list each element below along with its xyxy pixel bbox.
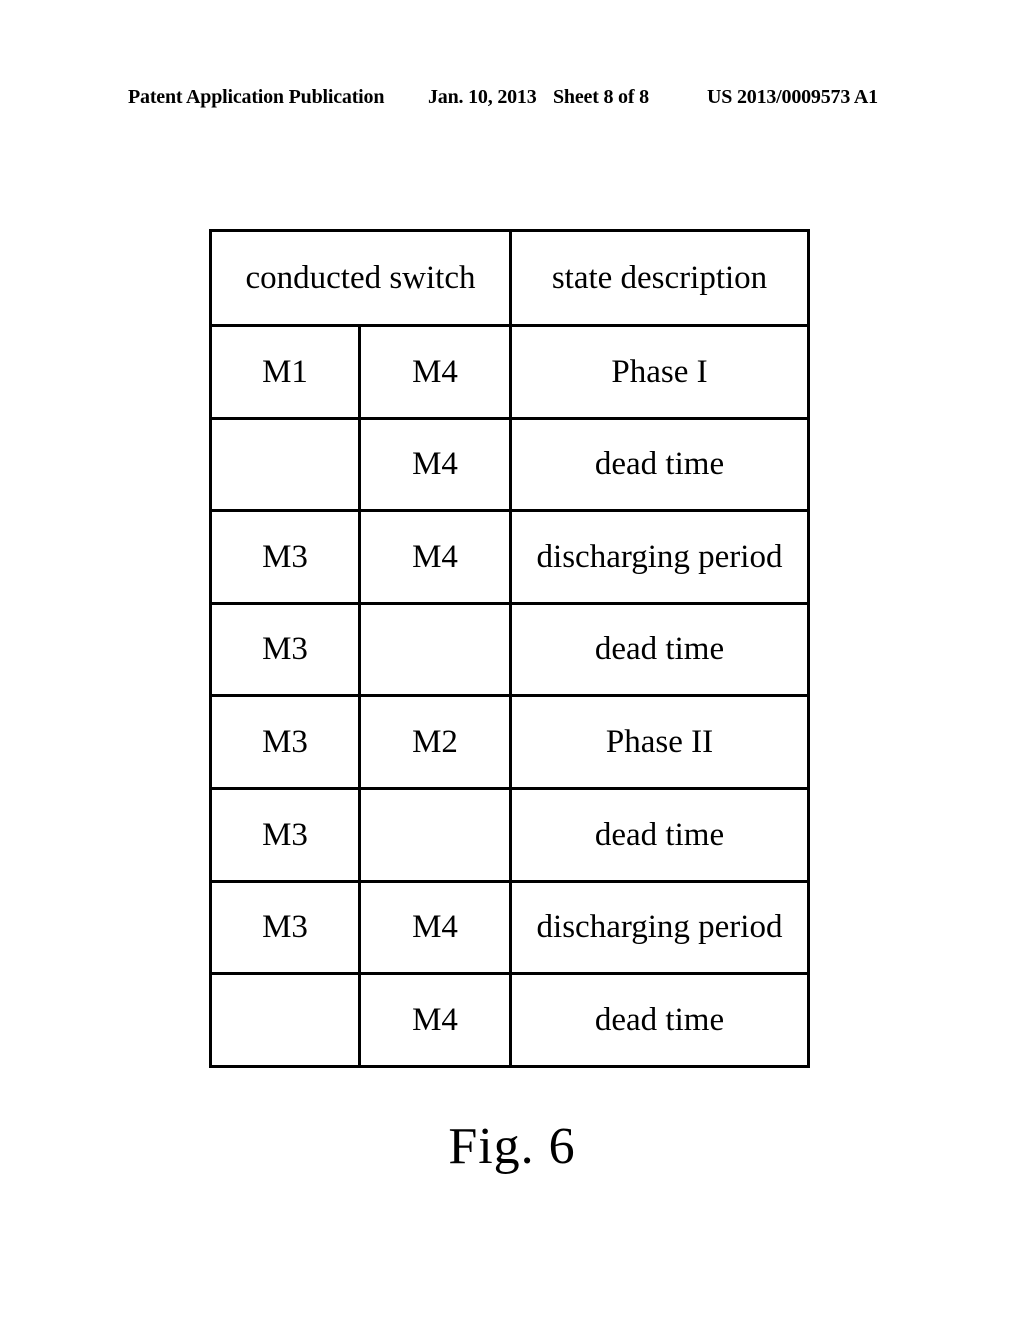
table-row: M3 dead time [209, 601, 810, 698]
cell-switch-a: M3 [209, 509, 361, 605]
cell-switch-a: M3 [209, 601, 361, 698]
table-row: M4 dead time [209, 416, 810, 513]
cell-switch-a [209, 416, 361, 513]
cell-switch-b: M4 [358, 972, 512, 1068]
header-state-description: state description [509, 229, 810, 327]
cell-switch-a: M3 [209, 694, 361, 790]
cell-switch-a [209, 972, 361, 1068]
sheet-number: Sheet 8 of 8 [553, 86, 649, 108]
table-row: M4 dead time [209, 972, 810, 1068]
figure-caption: Fig. 6 [448, 1118, 576, 1175]
cell-switch-b: M2 [358, 694, 512, 790]
cell-switch-a: M3 [209, 879, 361, 976]
cell-switch-b: M4 [358, 509, 512, 605]
cell-description: Phase II [509, 694, 810, 790]
page-header: Patent Application Publication Jan. 10, … [0, 86, 1024, 116]
cell-description: dead time [509, 972, 810, 1068]
cell-description: dead time [509, 786, 810, 883]
table-body: conducted switch state description M1 M4… [209, 229, 810, 1068]
table-row: M3 M4 discharging period [209, 879, 810, 976]
cell-switch-b: M4 [358, 324, 512, 420]
table-row: M3 M4 discharging period [209, 509, 810, 605]
switch-state-table: conducted switch state description M1 M4… [209, 229, 810, 1068]
cell-switch-b: M4 [358, 879, 512, 976]
table-row: M3 dead time [209, 786, 810, 883]
cell-description: discharging period [509, 879, 810, 976]
cell-description: Phase I [509, 324, 810, 420]
cell-description: dead time [509, 416, 810, 513]
cell-description: dead time [509, 601, 810, 698]
header-conducted-switch: conducted switch [209, 229, 512, 327]
cell-switch-b [358, 601, 512, 698]
table-header-row: conducted switch state description [209, 229, 810, 327]
cell-description: discharging period [509, 509, 810, 605]
cell-switch-b [358, 786, 512, 883]
cell-switch-b: M4 [358, 416, 512, 513]
cell-switch-a: M3 [209, 786, 361, 883]
cell-switch-a: M1 [209, 324, 361, 420]
figure-table-container: conducted switch state description M1 M4… [209, 229, 810, 1068]
table-row: M3 M2 Phase II [209, 694, 810, 790]
publication-label: Patent Application Publication [128, 86, 385, 108]
patent-number: US 2013/0009573 A1 [707, 86, 878, 108]
publication-date: Jan. 10, 2013 [428, 86, 537, 108]
table-row: M1 M4 Phase I [209, 324, 810, 420]
